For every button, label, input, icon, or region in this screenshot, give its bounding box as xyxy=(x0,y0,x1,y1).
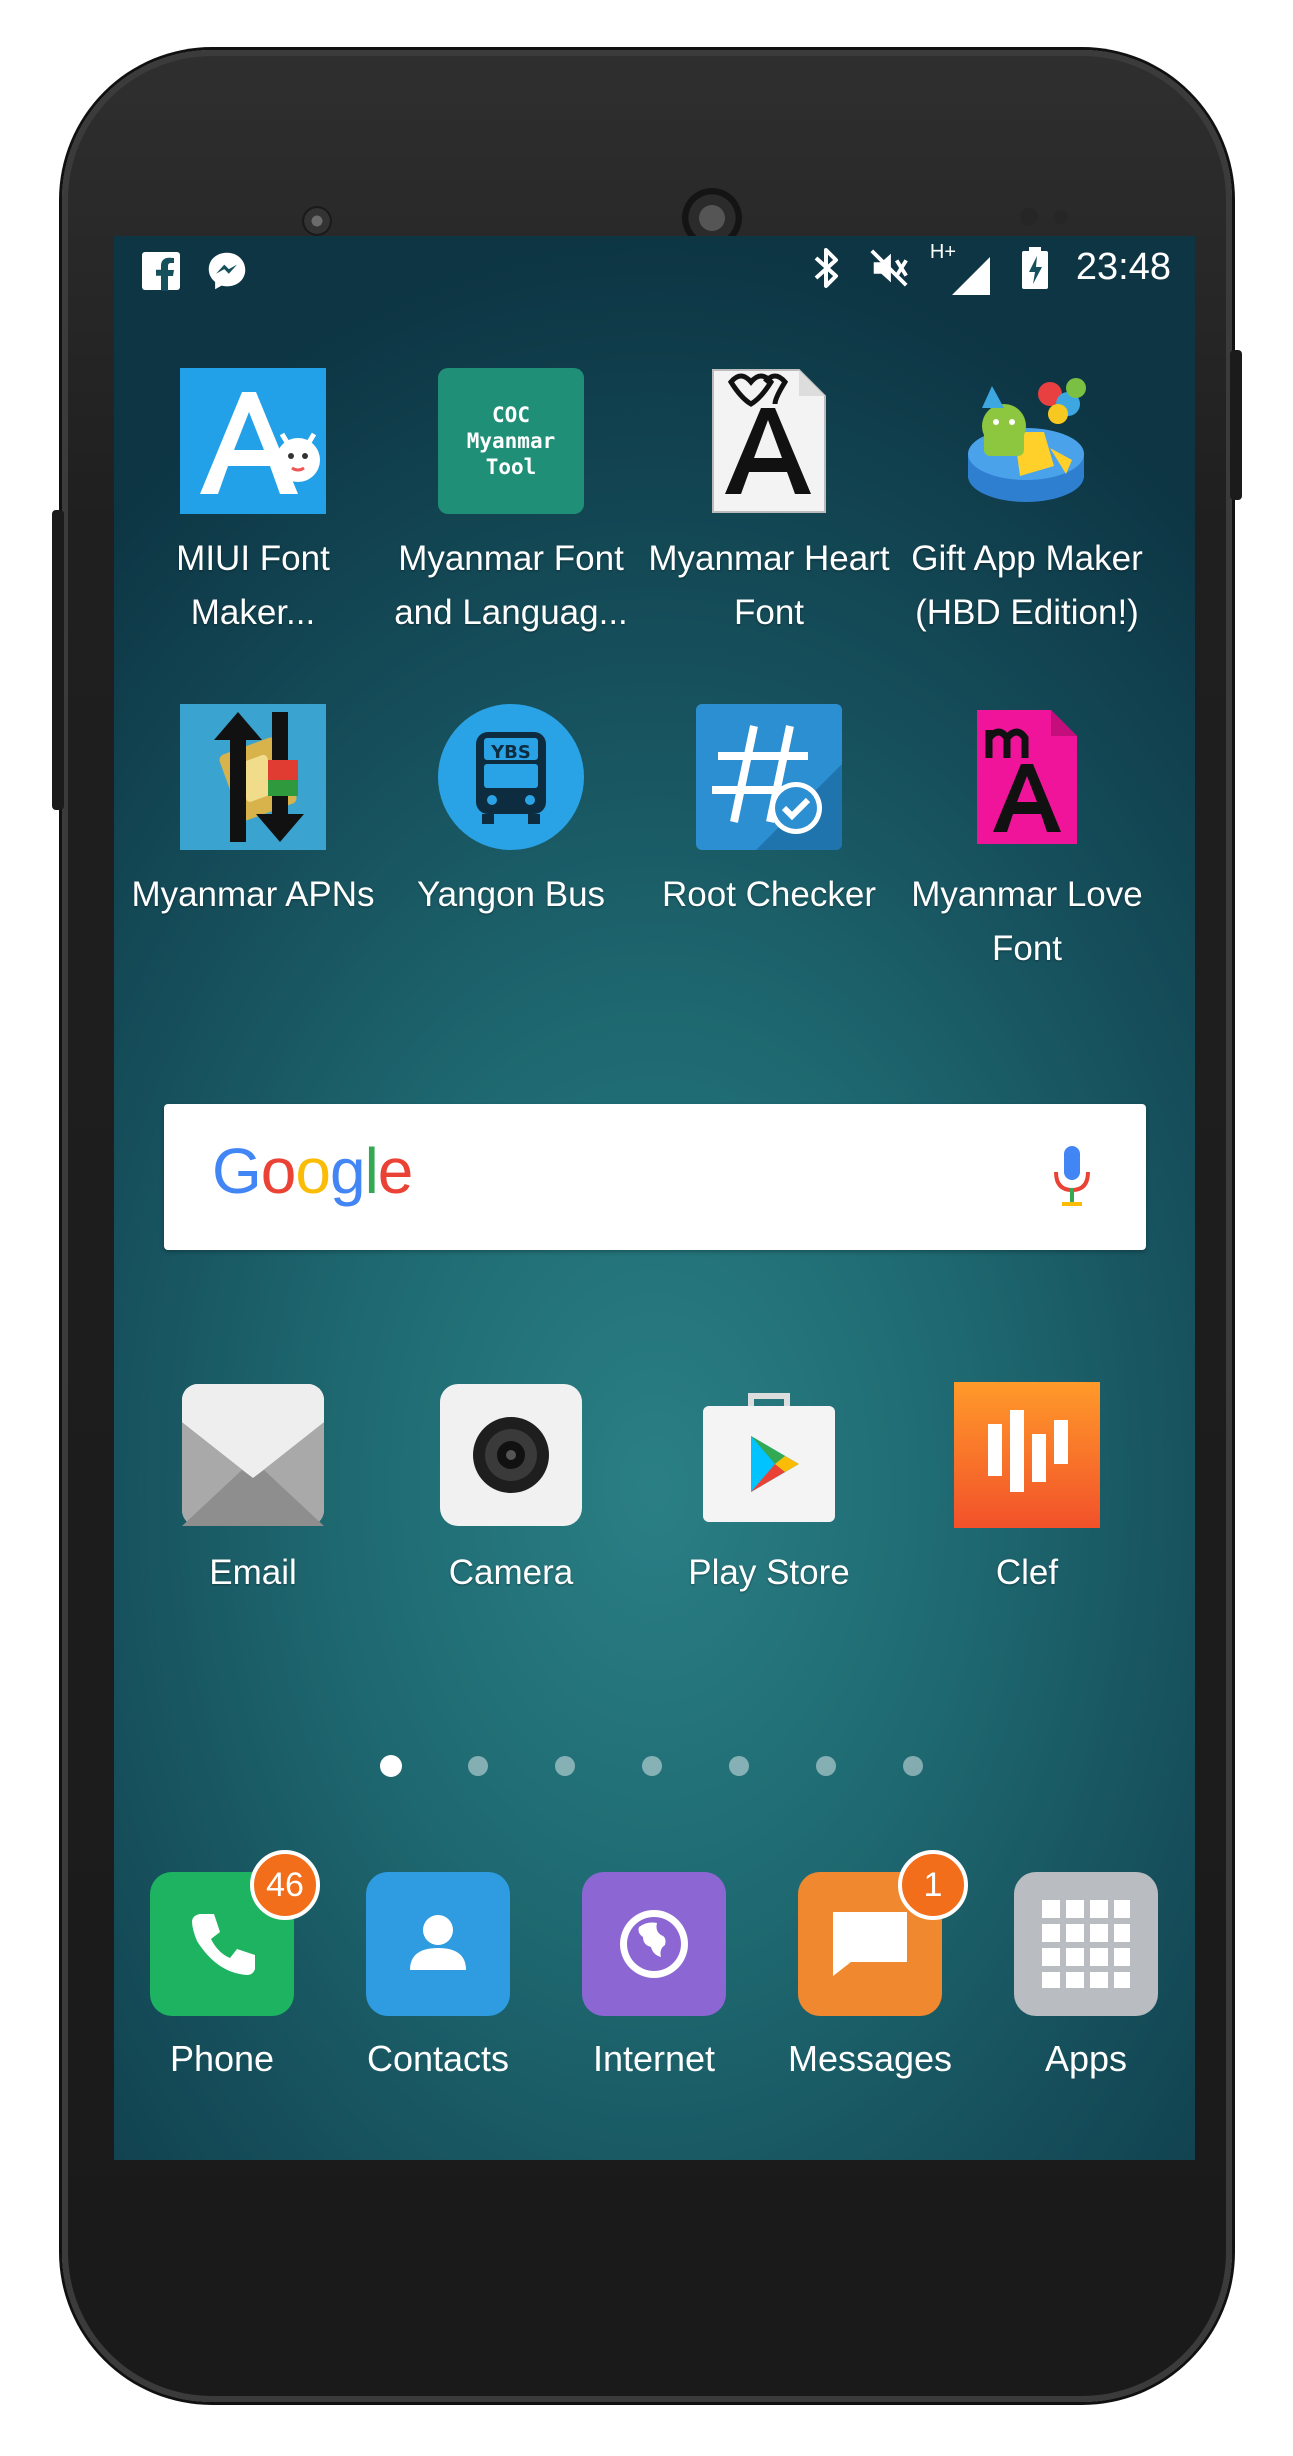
messages-icon: 1 xyxy=(798,1850,968,2016)
front-camera xyxy=(302,206,332,236)
page-dot[interactable] xyxy=(816,1756,836,1776)
bus-icon: YBS xyxy=(438,704,584,850)
battery-charging-icon xyxy=(1014,246,1056,289)
google-search-bar[interactable]: Google xyxy=(164,1104,1146,1250)
google-logo: Google xyxy=(212,1135,413,1207)
dock-label: Phone xyxy=(169,2038,275,2079)
power-button xyxy=(1230,350,1242,500)
app-label: Clef xyxy=(995,1553,1059,1592)
volume-button xyxy=(52,510,64,810)
app-label: Myanmar APNs xyxy=(131,875,375,914)
apn-icon xyxy=(180,704,326,850)
root-checker-icon xyxy=(696,704,842,850)
dock-messages[interactable]: 1 Messages xyxy=(770,1850,970,2080)
app-play-store[interactable]: Play Store xyxy=(640,1382,898,1600)
app-label: Myanmar Font and Languag... xyxy=(394,539,628,632)
app-root-checker[interactable]: Root Checker xyxy=(640,704,898,922)
page-dot[interactable] xyxy=(729,1756,749,1776)
dock-contacts[interactable]: Contacts xyxy=(338,1872,538,2080)
internet-icon xyxy=(582,1872,726,2016)
app-myanmar-font-language[interactable]: COC Myanmar Tool Myanmar Font and Langua… xyxy=(382,368,640,640)
app-myanmar-heart-font[interactable]: Myanmar Heart Font xyxy=(640,368,898,640)
clef-icon xyxy=(954,1382,1100,1528)
heart-font-icon xyxy=(696,368,842,514)
page-dot[interactable] xyxy=(555,1756,575,1776)
app-label: Gift App Maker (HBD Edition!) xyxy=(911,539,1143,632)
dock-apps[interactable]: Apps xyxy=(986,1872,1186,2080)
apps-grid-icon xyxy=(1014,1872,1158,2016)
ybs-text: YBS xyxy=(491,742,531,763)
app-clef[interactable]: Clef xyxy=(898,1382,1156,1600)
dock-label: Contacts xyxy=(366,2038,510,2079)
app-label: Myanmar Heart Font xyxy=(648,539,890,632)
app-myanmar-love-font[interactable]: Myanmar Love Font xyxy=(898,704,1156,976)
app-yangon-bus[interactable]: YBS Yangon Bus xyxy=(382,704,640,922)
dock-label: Messages xyxy=(787,2038,953,2079)
light-sensor xyxy=(1054,210,1068,224)
gift-app-icon xyxy=(954,368,1100,514)
app-label: Root Checker xyxy=(662,875,876,914)
play-store-icon xyxy=(696,1382,842,1528)
page-dot[interactable] xyxy=(468,1756,488,1776)
dock-internet[interactable]: Internet xyxy=(554,1872,754,2080)
app-label: Yangon Bus xyxy=(416,875,606,914)
home-screen: H+ 23:48 MIUI Font Maker... COC Myanmar … xyxy=(114,236,1195,2160)
notification-badge: 46 xyxy=(250,1850,320,1920)
app-label: Camera xyxy=(448,1553,574,1592)
dock-label: Apps xyxy=(1044,2038,1128,2079)
coc-icon-text: COC Myanmar Tool xyxy=(466,403,556,479)
app-label: Myanmar Love Font xyxy=(911,875,1143,968)
notification-badge: 1 xyxy=(898,1850,968,1920)
app-camera[interactable]: Camera xyxy=(382,1382,640,1600)
app-myanmar-apns[interactable]: Myanmar APNs xyxy=(124,704,382,922)
mic-icon[interactable] xyxy=(1050,1144,1094,1210)
coc-myanmar-icon: COC Myanmar Tool xyxy=(438,368,584,514)
messenger-icon xyxy=(206,250,248,292)
app-label: MIUI Font Maker... xyxy=(176,539,330,632)
vibrate-mute-icon xyxy=(868,247,910,289)
love-font-icon xyxy=(954,704,1100,850)
phone-icon: 46 xyxy=(150,1850,320,2016)
status-time: 23:48 xyxy=(1075,246,1171,288)
dock-phone[interactable]: 46 Phone xyxy=(122,1850,322,2080)
app-gift-app-maker[interactable]: Gift App Maker (HBD Edition!) xyxy=(898,368,1156,640)
proximity-sensor xyxy=(1020,208,1038,226)
contacts-icon xyxy=(366,1872,510,2016)
app-label: Play Store xyxy=(688,1553,850,1592)
page-indicator[interactable] xyxy=(114,1746,1195,1777)
app-label: Email xyxy=(209,1553,297,1592)
dock-label: Internet xyxy=(592,2038,716,2079)
email-icon xyxy=(180,1382,326,1528)
status-bar: H+ 23:48 xyxy=(114,236,1195,306)
page-dot[interactable] xyxy=(642,1756,662,1776)
signal-icon: H+ xyxy=(930,241,994,295)
camera-icon xyxy=(438,1382,584,1528)
app-email[interactable]: Email xyxy=(124,1382,382,1600)
facebook-icon xyxy=(140,250,182,292)
app-miui-font-maker[interactable]: MIUI Font Maker... xyxy=(124,368,382,640)
miui-font-icon xyxy=(180,368,326,514)
bluetooth-icon xyxy=(806,247,848,289)
page-dot-active[interactable] xyxy=(380,1755,402,1777)
page-dot[interactable] xyxy=(903,1756,923,1776)
